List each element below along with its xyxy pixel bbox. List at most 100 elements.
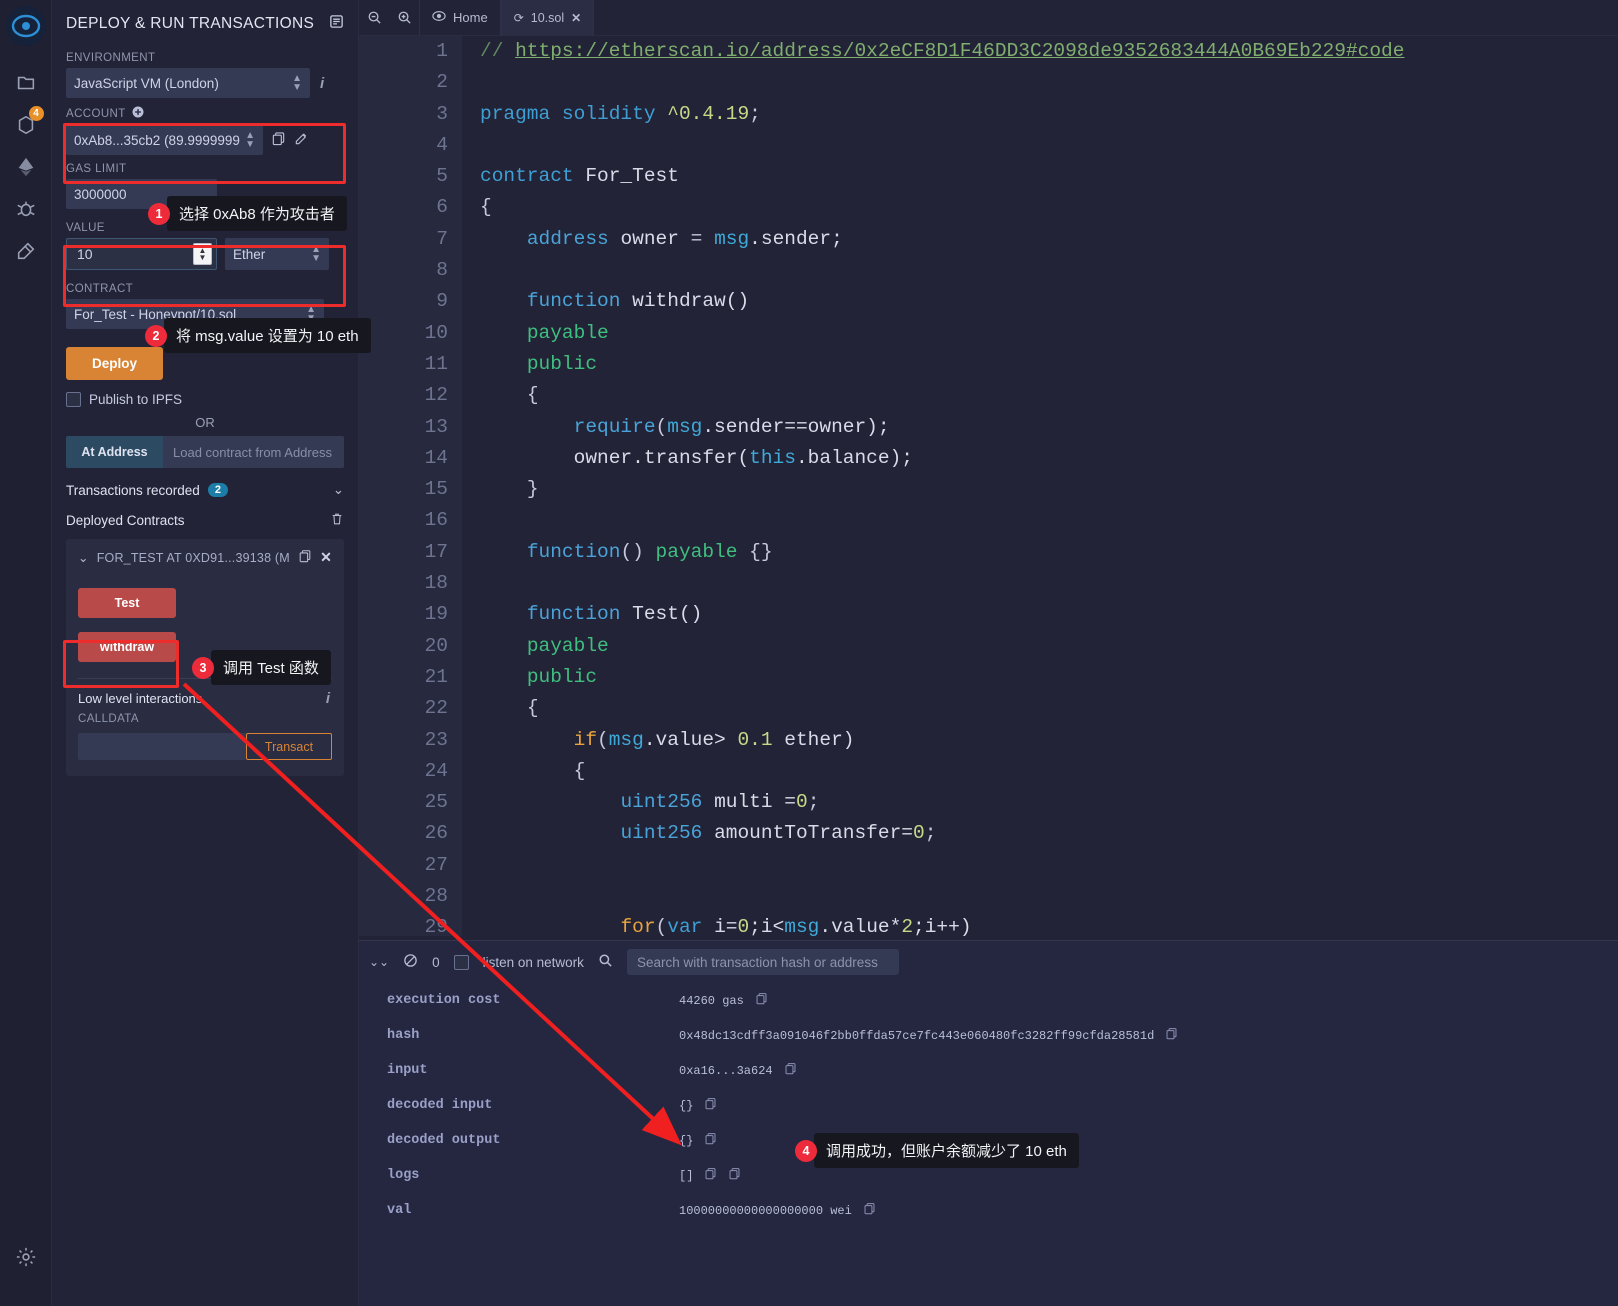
copy-icon[interactable] (755, 992, 768, 1009)
code-line[interactable] (480, 505, 1618, 536)
code-line[interactable] (480, 67, 1618, 98)
annotation-1-number: 1 (148, 202, 170, 225)
copy-icon[interactable] (784, 1062, 797, 1079)
at-address-input[interactable]: Load contract from Address (163, 436, 344, 468)
detail-key: execution cost (387, 993, 501, 1008)
add-account-icon[interactable] (132, 106, 144, 121)
compile-icon[interactable]: 4 (4, 104, 48, 146)
function-test-button[interactable]: Test (78, 588, 176, 618)
code-line[interactable] (480, 255, 1618, 286)
close-icon[interactable]: ✕ (320, 549, 332, 566)
code-editor[interactable]: 1 2 3 4 5 6 7 8 9 10 11 12 13 14 15 16 17 18 19 20 21 22 23 24 2… (359, 36, 1618, 936)
code-line[interactable]: public (480, 662, 1618, 693)
line-number: 26 (424, 822, 448, 845)
account-select[interactable]: 0xAb8...35cb2 (89.9999999 ▲ ▼ (66, 125, 263, 155)
solidity-file-icon: ⟳ (513, 10, 524, 25)
value-input[interactable]: 10 ▲ ▼ (66, 238, 217, 270)
debugger-icon[interactable] (4, 188, 48, 230)
line-number: 19 (424, 603, 448, 626)
value-unit-select[interactable]: Ether ▲ ▼ (225, 238, 329, 270)
transact-button[interactable]: Transact (246, 733, 332, 760)
no-entry-icon[interactable] (403, 953, 418, 971)
detail-value: 10000000000000000000 wei (679, 1203, 852, 1218)
low-level-info-icon[interactable]: i (324, 690, 332, 707)
plugin-manager-icon[interactable] (4, 230, 48, 272)
code-line[interactable]: } (480, 474, 1618, 505)
line-number: 10 (424, 321, 448, 344)
code-line[interactable]: function Test() (480, 599, 1618, 630)
deployed-contract-title: FOR_TEST AT 0XD91...39138 (MEMO (96, 550, 290, 565)
environment-info-icon[interactable]: i (318, 75, 326, 92)
line-number: 21 (424, 665, 448, 688)
code-line[interactable]: function() payable {} (480, 537, 1618, 568)
panel-menu-icon[interactable] (329, 14, 344, 34)
search-icon[interactable] (598, 953, 613, 971)
function-withdraw-button[interactable]: withdraw (78, 632, 176, 662)
code-line[interactable]: { (480, 693, 1618, 724)
line-number: 15 (424, 478, 448, 501)
copy-account-icon[interactable] (271, 131, 286, 149)
code-line[interactable] (480, 130, 1618, 161)
code-line[interactable]: address owner = msg.sender; (480, 224, 1618, 255)
copy-icon[interactable] (863, 1202, 876, 1219)
zoom-in-icon[interactable] (389, 10, 419, 25)
copy-address-icon[interactable] (298, 549, 312, 566)
icon-rail: 4 (0, 0, 52, 1306)
code-line[interactable]: payable (480, 631, 1618, 662)
tab-home[interactable]: Home (419, 0, 501, 36)
detail-key: hash (387, 1028, 420, 1043)
code-line[interactable]: { (480, 756, 1618, 787)
calldata-input[interactable] (78, 733, 246, 760)
deploy-run-icon[interactable] (4, 146, 48, 188)
edit-account-icon[interactable] (294, 131, 309, 149)
copy-icon[interactable] (704, 1167, 717, 1184)
close-icon[interactable]: ✕ (571, 11, 581, 25)
deployed-contract-header[interactable]: ⌄ FOR_TEST AT 0XD91...39138 (MEMO ✕ (78, 549, 332, 566)
code-line[interactable]: uint256 amountToTransfer=0; (480, 818, 1618, 849)
settings-icon[interactable] (4, 1236, 48, 1278)
chevron-down-icon[interactable]: ⌄ (333, 482, 344, 498)
at-address-button[interactable]: At Address (66, 436, 163, 468)
remix-logo-icon[interactable] (5, 6, 46, 46)
code-line[interactable]: { (480, 192, 1618, 223)
transaction-detail-list: execution cost 44260 gas hash 0x48dc13cdff3… (359, 983, 1618, 1228)
code-line[interactable] (480, 881, 1618, 912)
chevron-down-icon[interactable]: ⌄ (78, 550, 89, 565)
code-line[interactable]: uint256 multi =0; (480, 787, 1618, 818)
copy-icon[interactable] (728, 1167, 741, 1184)
search-input[interactable]: Search with transaction hash or address (626, 949, 899, 975)
code-line[interactable] (480, 850, 1618, 881)
line-number: 23 (424, 728, 448, 751)
code-line[interactable]: contract For_Test (480, 161, 1618, 192)
code-line[interactable]: require(msg.sender==owner); (480, 412, 1618, 443)
file-explorer-icon[interactable] (4, 62, 48, 104)
listen-network-checkbox[interactable] (453, 954, 469, 970)
zoom-out-icon[interactable] (359, 10, 389, 25)
annotation-1: 1 选择 0xAb8 作为攻击者 (148, 196, 347, 231)
copy-icon[interactable] (704, 1097, 717, 1114)
code-line[interactable]: public (480, 349, 1618, 380)
tab-home-label: Home (453, 10, 488, 25)
tab-10sol[interactable]: ⟳ 10.sol ✕ (500, 0, 595, 36)
code-line[interactable]: if(msg.value> 0.1 ether) (480, 725, 1618, 756)
code-line[interactable]: // https://etherscan.io/address/0x2eCF8D… (480, 36, 1618, 67)
detail-key: logs (387, 1168, 420, 1183)
copy-icon[interactable] (704, 1132, 717, 1149)
copy-icon[interactable] (1165, 1027, 1178, 1044)
code-line[interactable]: pragma solidity ^0.4.19; (480, 99, 1618, 130)
code-line[interactable]: function withdraw() (480, 286, 1618, 317)
trash-icon[interactable] (330, 512, 344, 529)
or-divider: OR (195, 415, 215, 430)
code-line[interactable]: payable (480, 318, 1618, 349)
value-stepper[interactable]: ▲ ▼ (193, 243, 212, 265)
account-value: 0xAb8...35cb2 (89.9999999 (74, 132, 240, 148)
transactions-recorded-row[interactable]: Transactions recorded 2 ⌄ (66, 482, 344, 498)
publish-ipfs-checkbox[interactable] (66, 392, 81, 407)
code-line[interactable]: for(var i=0;i<msg.value*2;i++) (480, 912, 1618, 936)
chevron-double-down-icon[interactable]: ⌄⌄ (369, 955, 389, 969)
code-line[interactable]: { (480, 380, 1618, 411)
code-content[interactable]: // https://etherscan.io/address/0x2eCF8D… (480, 36, 1618, 936)
code-line[interactable]: owner.transfer(this.balance); (480, 443, 1618, 474)
environment-select[interactable]: JavaScript VM (London) ▲ ▼ (66, 68, 310, 98)
code-line[interactable] (480, 568, 1618, 599)
